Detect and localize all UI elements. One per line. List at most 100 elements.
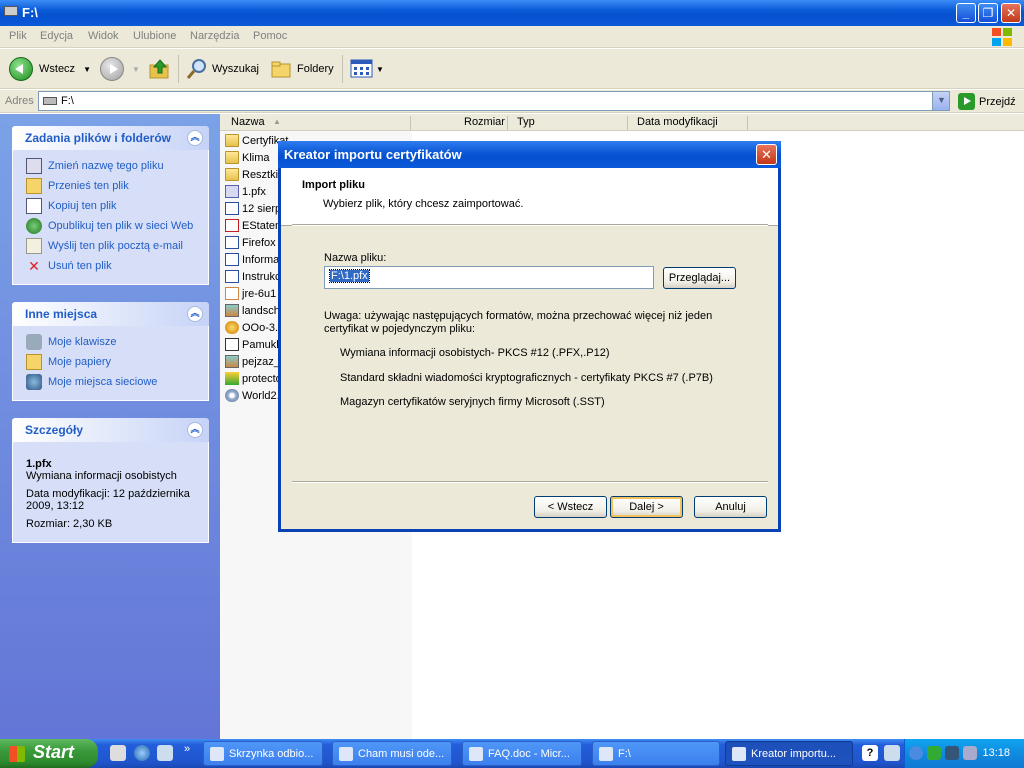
panel-title: Zadania plików i folderów [25,131,172,145]
chevron-down-icon[interactable]: ▼ [132,65,140,74]
note-line-2: certyfikat w pojedynczym pliku: [324,323,475,335]
taskbar-button[interactable]: Cham musi ode... [332,741,452,766]
up-folder-button[interactable] [148,57,172,81]
browser-app-icon [339,746,353,761]
file-tasks-header[interactable]: Zadania plików i folderów ︽ [12,126,209,150]
column-divider[interactable] [410,116,411,130]
back-button[interactable]: < Wstecz [534,496,607,518]
menu-tools[interactable]: Narzędzia [190,30,240,42]
task-label: Kopiuj ten plik [48,200,117,212]
menu-view[interactable]: Widok [88,30,119,42]
window-icon[interactable] [884,745,900,761]
dialog-heading: Import pliku [302,179,365,191]
word-doc-icon [225,270,239,283]
details-size: Rozmiar: 2,30 KB [26,518,113,530]
task-publish[interactable]: Opublikuj ten plik w sieci Web [13,216,208,236]
column-date[interactable]: Data modyfikacji [637,116,718,128]
details-panel: Szczegóły ︽ 1.pfx Wymiana informacji oso… [12,418,209,543]
tray-monitor-icon[interactable] [963,746,977,760]
details-header[interactable]: Szczegóły ︽ [12,418,209,442]
place-my-papers[interactable]: Moje papiery [13,352,208,372]
word-doc-icon [225,253,239,266]
menu-favorites[interactable]: Ulubione [133,30,176,42]
dialog-close-button[interactable]: ✕ [756,144,777,165]
folders-button[interactable]: Foldery [269,57,334,81]
collapse-icon[interactable]: ︽ [187,306,203,322]
menu-edit[interactable]: Edycja [40,30,73,42]
tray-network-icon[interactable] [927,746,941,760]
close-button[interactable]: ✕ [1001,3,1021,23]
start-button[interactable]: Start [0,739,98,768]
file-name: Instrukc [242,270,281,283]
minimize-button[interactable]: _ [956,3,976,23]
column-type[interactable]: Typ [517,116,535,128]
collapse-icon[interactable]: ︽ [187,130,203,146]
shortcut-icon [225,338,239,351]
quicklaunch-ie-icon[interactable] [134,745,150,761]
filename-input[interactable]: F:\1.pfx [324,266,654,289]
taskbar-button-label: F:\ [618,747,631,760]
toolbar-separator [342,55,343,83]
cancel-button[interactable]: Anuluj [694,496,767,518]
place-my-keys[interactable]: Moje klawisze [13,332,208,352]
quicklaunch-email-icon[interactable] [157,745,173,761]
other-places-header[interactable]: Inne miejsca ︽ [12,302,209,326]
browse-button[interactable]: Przeglądaj... [663,267,736,289]
column-size[interactable]: Rozmiar [464,116,505,128]
folders-icon [271,61,291,78]
task-email[interactable]: Wyślij ten plik pocztą e-mail [13,236,208,256]
column-divider[interactable] [747,116,748,130]
quicklaunch-more-icon[interactable]: » [184,743,190,755]
collapse-icon[interactable]: ︽ [187,422,203,438]
taskbar-button[interactable]: F:\ [592,741,720,766]
window-title-bar[interactable]: F:\ _ ❐ ✕ [0,0,1024,26]
go-label: Przejdź [979,95,1016,108]
task-move[interactable]: Przenieś ten plik [13,176,208,196]
menu-help[interactable]: Pomoc [253,30,287,42]
folders-label: Foldery [297,63,334,75]
envelope-icon [26,238,42,254]
address-input[interactable]: F:\ ▼ [38,91,950,111]
tray-audio-icon[interactable] [945,746,959,760]
back-button[interactable]: Wstecz ▼ [9,57,91,81]
dialog-title-bar[interactable]: Kreator importu certyfikatów ✕ [278,141,781,168]
place-network[interactable]: Moje miejsca sieciowe [13,372,208,392]
help-icon[interactable]: ? [862,745,878,761]
chevron-down-icon[interactable]: ▼ [83,65,91,74]
go-button[interactable]: Przejdź [958,93,1016,110]
column-name[interactable]: Nazwa [231,116,265,128]
quicklaunch-desktop-icon[interactable] [110,745,126,761]
certificate-icon [225,185,239,198]
task-label: Przenieś ten plik [48,180,129,192]
folder-up-icon [149,59,169,79]
task-rename[interactable]: Zmień nazwę tego pliku [13,156,208,176]
chevron-down-icon[interactable]: ▼ [376,65,384,74]
installer-icon [225,321,239,334]
tray-expand-icon[interactable] [909,746,923,760]
file-name: 12 sierp [242,202,282,215]
file-name: landsch [242,304,280,317]
maximize-button[interactable]: ❐ [978,3,998,23]
address-dropdown-button[interactable]: ▼ [932,92,949,110]
taskbar-button[interactable]: FAQ.doc - Micr... [462,741,582,766]
task-copy[interactable]: Kopiuj ten plik [13,196,208,216]
task-label: Opublikuj ten plik w sieci Web [48,220,194,232]
forward-button[interactable]: ▼ [100,57,140,81]
format-pkcs12: Wymiana informacji osobistych- PKCS #12 … [340,347,610,359]
taskbar-button[interactable]: Skrzynka odbio... [203,741,323,766]
drive-icon [599,746,613,761]
next-button[interactable]: Dalej > [610,496,683,518]
views-button[interactable]: ▼ [350,57,384,81]
start-label: Start [33,742,75,762]
delete-x-icon: ✕ [28,258,40,274]
divider [292,481,768,483]
list-header: Nazwa ▲ Rozmiar Typ Data modyfikacji [220,114,1024,131]
cd-icon [225,389,239,402]
taskbar-button-active[interactable]: Kreator importu... [725,741,853,766]
clock[interactable]: 13:18 [982,747,1010,759]
column-divider[interactable] [627,116,628,130]
column-divider[interactable] [507,116,508,130]
menu-file[interactable]: Plik [9,30,27,42]
task-delete[interactable]: ✕ Usuń ten plik [13,256,208,276]
search-button[interactable]: Wyszukaj [185,57,259,81]
